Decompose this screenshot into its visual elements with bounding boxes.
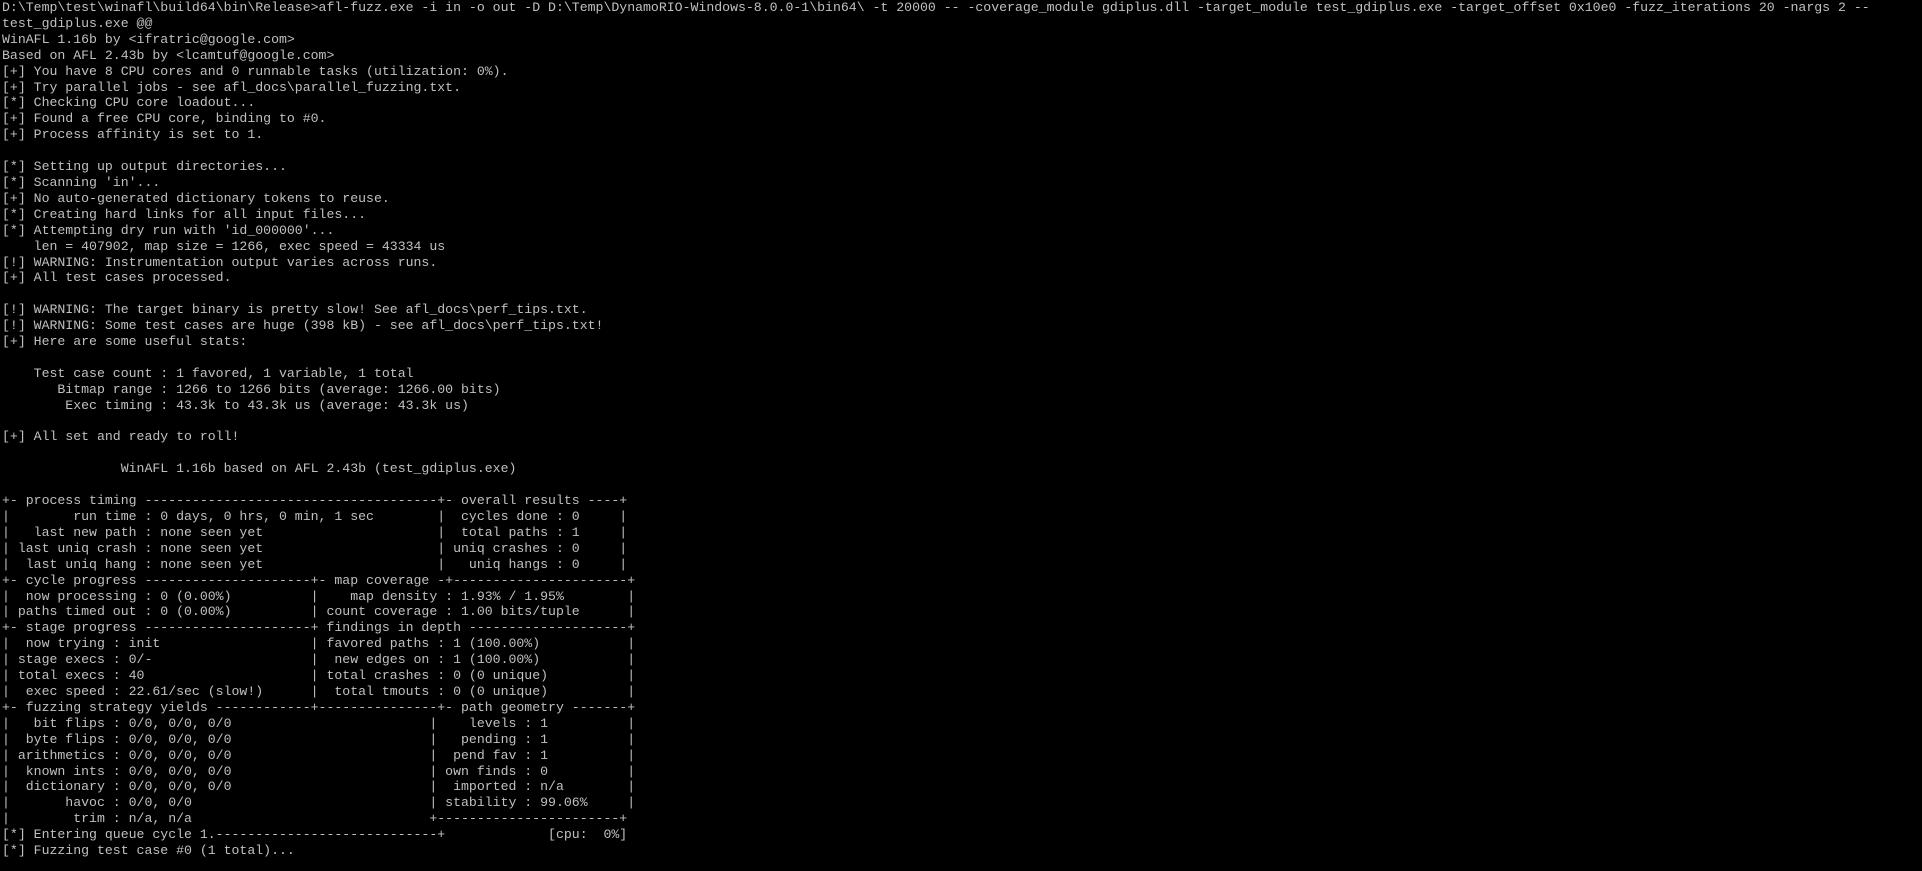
console-line: test_gdiplus.exe @@: [2, 15, 153, 31]
console-line: Test case count : 1 favored, 1 variable,…: [2, 365, 414, 381]
console-line: | now trying : init | favored paths : 1 …: [2, 636, 636, 652]
console-line: +- fuzzing strategy yields ------------+…: [2, 699, 636, 715]
console-line: [!] WARNING: Some test cases are huge (3…: [2, 318, 604, 334]
console-line: | dictionary : 0/0, 0/0, 0/0 | imported …: [2, 779, 636, 795]
console-line: +- stage progress ---------------------+…: [2, 620, 636, 636]
console-line: WinAFL 1.16b based on AFL 2.43b (test_gd…: [2, 461, 517, 477]
console-line: | last uniq hang : none seen yet | uniq …: [2, 556, 628, 572]
console-line: [*] Attempting dry run with 'id_000000'.…: [2, 222, 335, 238]
console-line: +- cycle progress ---------------------+…: [2, 572, 636, 588]
console-line: [!] WARNING: The target binary is pretty…: [2, 302, 588, 318]
console-line: [*] Scanning 'in'...: [2, 174, 161, 190]
console-line: [*] Entering queue cycle 1.-------------…: [2, 827, 628, 843]
console-line: WinAFL 1.16b by <ifratric@google.com>: [2, 31, 295, 47]
console-window[interactable]: D:\Temp\test\winafl\build64\bin\Release>…: [0, 0, 1922, 871]
console-line: D:\Temp\test\winafl\build64\bin\Release>…: [2, 0, 1870, 15]
console-line: | paths timed out : 0 (0.00%) | count co…: [2, 604, 636, 620]
console-line: [*] Setting up output directories...: [2, 159, 287, 175]
console-line: [*] Checking CPU core loadout...: [2, 95, 256, 111]
console-line: [*] Fuzzing test case #0 (1 total)...: [2, 843, 295, 859]
console-line: Based on AFL 2.43b by <lcamtuf@google.co…: [2, 47, 335, 63]
console-line: | last uniq crash : none seen yet | uniq…: [2, 540, 628, 556]
console-line: [+] Process affinity is set to 1.: [2, 127, 264, 143]
console-line: | havoc : 0/0, 0/0 | stability : 99.06% …: [2, 795, 636, 811]
console-line: | arithmetics : 0/0, 0/0, 0/0 | pend fav…: [2, 747, 636, 763]
console-line: [+] No auto-generated dictionary tokens …: [2, 190, 390, 206]
console-line: [+] All test cases processed.: [2, 270, 232, 286]
console-line: Bitmap range : 1266 to 1266 bits (averag…: [2, 381, 501, 397]
console-line: [+] Found a free CPU core, binding to #0…: [2, 111, 327, 127]
console-line: | known ints : 0/0, 0/0, 0/0 | own finds…: [2, 763, 636, 779]
console-line: [+] You have 8 CPU cores and 0 runnable …: [2, 63, 509, 79]
console-line: | bit flips : 0/0, 0/0, 0/0 | levels : 1…: [2, 715, 636, 731]
console-line: [+] All set and ready to roll!: [2, 429, 240, 445]
console-line: | run time : 0 days, 0 hrs, 0 min, 1 sec…: [2, 509, 628, 524]
console-line: len = 407902, map size = 1266, exec spee…: [2, 238, 446, 254]
console-line: [+] Here are some useful stats:: [2, 334, 248, 350]
console-line: | exec speed : 22.61/sec (slow!) | total…: [2, 683, 636, 699]
console-line: [+] Try parallel jobs - see afl_docs\par…: [2, 79, 461, 95]
console-line: | byte flips : 0/0, 0/0, 0/0 | pending :…: [2, 731, 636, 747]
console-line: | trim : n/a, n/a +---------------------…: [2, 811, 628, 827]
console-line: [*] Creating hard links for all input fi…: [2, 206, 367, 222]
console-line: | last new path : none seen yet | total …: [2, 524, 628, 540]
console-line: [!] WARNING: Instrumentation output vari…: [2, 254, 438, 270]
console-line: | now processing : 0 (0.00%) | map densi…: [2, 588, 636, 604]
console-line: | stage execs : 0/- | new edges on : 1 (…: [2, 652, 636, 668]
console-line: Exec timing : 43.3k to 43.3k us (average…: [2, 397, 469, 413]
console-line: +- process timing ----------------------…: [2, 493, 628, 509]
console-line: | total execs : 40 | total crashes : 0 (…: [2, 668, 636, 684]
console-output: D:\Temp\test\winafl\build64\bin\Release>…: [0, 0, 1922, 859]
